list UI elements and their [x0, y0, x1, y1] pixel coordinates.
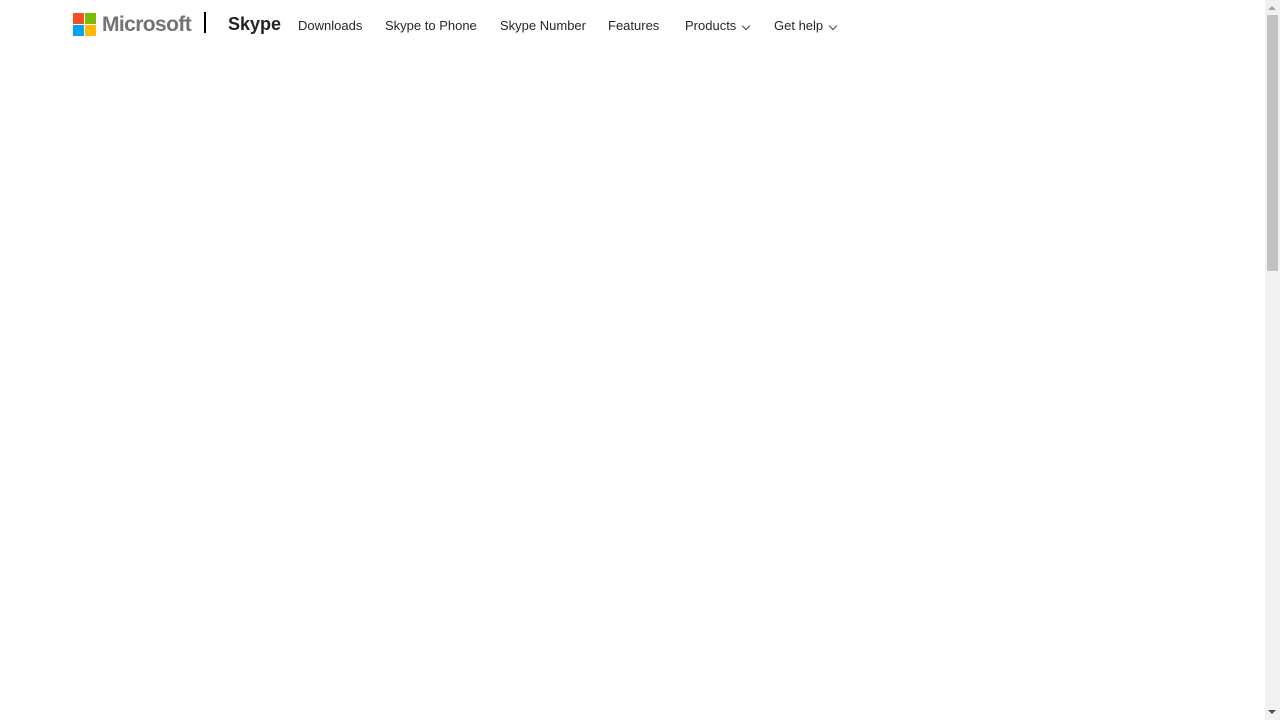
nav-products-label: Products	[685, 18, 737, 33]
nav-features[interactable]: Features	[608, 18, 659, 33]
scrollbar-thumb[interactable]	[1267, 15, 1278, 271]
nav-get-help-label: Get help	[774, 18, 824, 33]
scroll-up-arrow-icon[interactable]	[1268, 6, 1276, 10]
microsoft-logo-link[interactable]: Microsoft	[73, 13, 192, 36]
logo-square-red	[73, 13, 84, 24]
nav-skype-to-phone[interactable]: Skype to Phone	[385, 18, 477, 33]
logo-square-yellow	[85, 25, 96, 36]
nav-get-help[interactable]: Get help	[774, 18, 838, 33]
microsoft-wordmark: Microsoft	[102, 13, 192, 36]
nav-skype-number[interactable]: Skype Number	[500, 18, 586, 33]
site-header: Microsoft Skype Downloads Skype to Phone…	[0, 0, 1265, 50]
skype-brand-link[interactable]: Skype	[228, 14, 281, 34]
page: Microsoft Skype Downloads Skype to Phone…	[0, 0, 1265, 720]
chevron-down-icon	[828, 21, 838, 31]
nav-products[interactable]: Products	[685, 18, 751, 33]
header-divider	[204, 12, 206, 33]
scroll-down-arrow-icon[interactable]	[1268, 710, 1276, 714]
vertical-scrollbar[interactable]	[1265, 0, 1280, 720]
nav-downloads[interactable]: Downloads	[298, 18, 362, 33]
logo-square-green	[85, 13, 96, 24]
chevron-down-icon	[742, 21, 751, 31]
microsoft-logo-icon	[73, 13, 96, 36]
logo-square-blue	[73, 25, 84, 36]
